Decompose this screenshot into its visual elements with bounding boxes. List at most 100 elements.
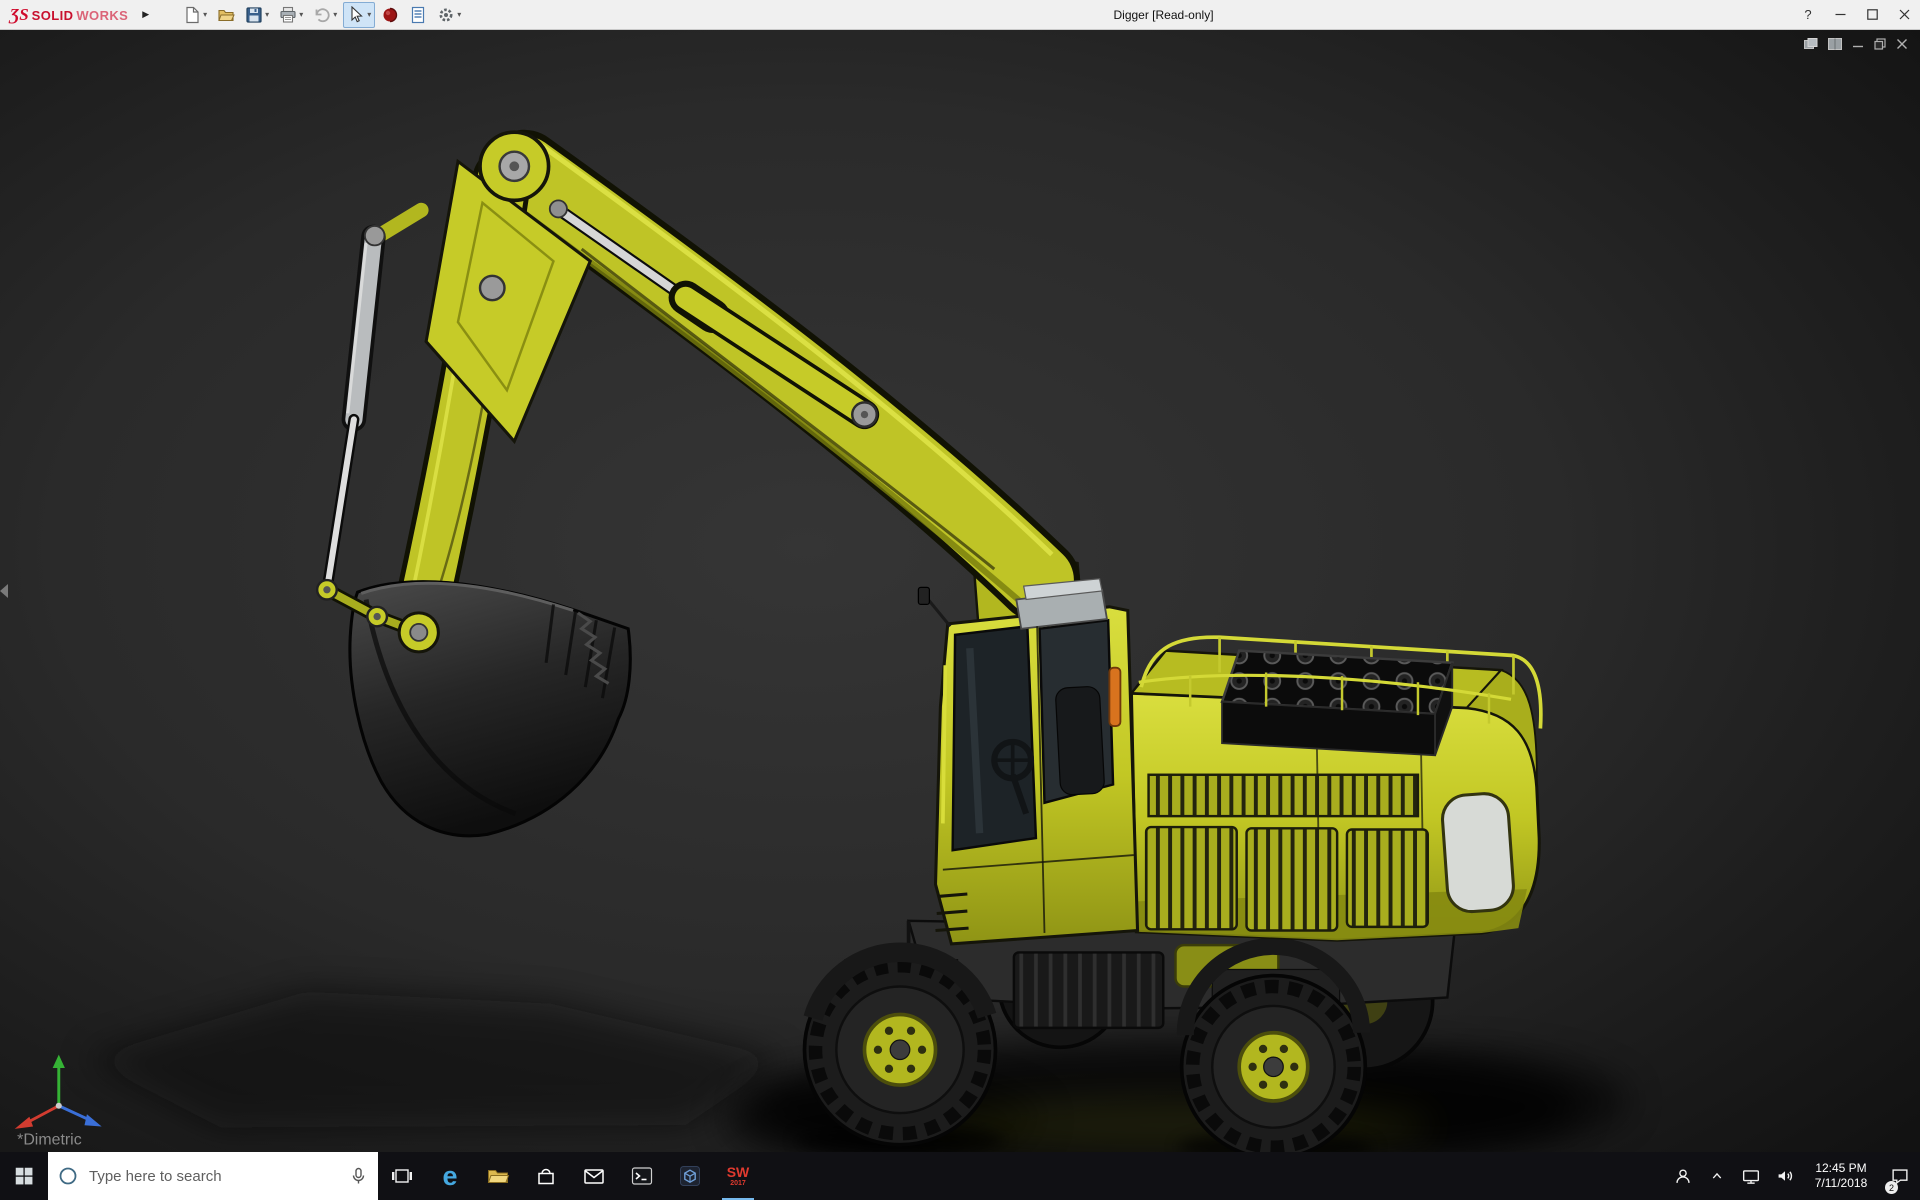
dropdown-caret[interactable]: ▾ [367, 11, 371, 19]
ds-logo-mark: ƷS [10, 6, 29, 23]
options-gear-icon [437, 6, 455, 24]
print-button[interactable]: ▾ [275, 2, 307, 28]
title-bar: ƷS SOLIDWORKS ▶ ▾ ▾ ▾ ▾ [0, 0, 1920, 30]
network-icon [1740, 1165, 1762, 1187]
start-icon [13, 1165, 35, 1187]
edge-button[interactable]: e [426, 1152, 474, 1200]
taskbar-search-box[interactable] [48, 1152, 378, 1200]
window-controls: ? [1792, 0, 1920, 30]
notification-badge: 2 [1885, 1181, 1898, 1194]
file-properties-icon [409, 6, 427, 24]
new-document-button[interactable]: ▾ [179, 2, 211, 28]
rear-wheel [1182, 976, 1366, 1152]
operator-seat [1055, 686, 1105, 795]
document-title: Digger [Read-only] [1113, 8, 1213, 22]
save-icon [245, 6, 263, 24]
restore-document-button[interactable] [1874, 38, 1886, 50]
volume-icon [1774, 1165, 1796, 1187]
options-button[interactable]: ▾ [433, 2, 465, 28]
system-tray: 12:45 PM 7/11/2018 2 [1666, 1152, 1920, 1200]
cortana-circle-icon [58, 1166, 78, 1186]
store-button[interactable] [522, 1152, 570, 1200]
windows-taskbar: e SW 2017 [0, 1152, 1920, 1200]
open-folder-icon [217, 6, 235, 24]
store-icon [534, 1164, 558, 1188]
quick-access-toolbar: ▾ ▾ ▾ ▾ ▾ [179, 2, 465, 28]
console-icon [630, 1164, 654, 1188]
task-view-icon [390, 1164, 414, 1188]
tile-windows-button[interactable] [1828, 38, 1842, 50]
maximize-icon [1867, 9, 1878, 20]
dropdown-caret[interactable]: ▾ [203, 11, 207, 19]
solidworks-window: ƷS SOLIDWORKS ▶ ▾ ▾ ▾ ▾ [0, 0, 1920, 1200]
volume-button[interactable] [1768, 1152, 1802, 1200]
tile-windows-icon [1828, 38, 1842, 50]
feature-panel-collapse-arrow[interactable] [0, 584, 8, 598]
save-button[interactable]: ▾ [241, 2, 273, 28]
people-icon [1672, 1164, 1694, 1188]
file-explorer-icon [486, 1164, 510, 1188]
mirror [918, 587, 929, 604]
search-input[interactable] [87, 1167, 340, 1186]
brand-solid: SOLID [32, 8, 74, 23]
print-icon [279, 6, 297, 24]
close-button[interactable] [1888, 0, 1920, 30]
console-button[interactable] [618, 1152, 666, 1200]
start-button[interactable] [0, 1152, 48, 1200]
close-doc-icon [1896, 38, 1908, 50]
menu-flyout-arrow[interactable]: ▶ [138, 7, 153, 22]
dropdown-caret[interactable]: ▾ [299, 11, 303, 19]
edge-icon: e [442, 1163, 457, 1190]
solidworks-app-icon: SW 2017 [727, 1165, 750, 1187]
solidworks-app-button[interactable]: SW 2017 [714, 1152, 762, 1200]
dropdown-caret[interactable]: ▾ [457, 11, 461, 19]
network-button[interactable] [1734, 1152, 1768, 1200]
cube-app-button[interactable] [666, 1152, 714, 1200]
minimize-document-button[interactable] [1852, 38, 1864, 50]
minimize-button[interactable] [1824, 0, 1856, 30]
chevron-up-icon [1707, 1166, 1727, 1186]
clock-time: 12:45 PM [1815, 1161, 1866, 1176]
select-cursor-icon [347, 6, 365, 24]
orange-marker [1109, 668, 1120, 726]
restore-doc-icon [1874, 38, 1886, 50]
task-view-button[interactable] [378, 1152, 426, 1200]
undo-button[interactable]: ▾ [309, 2, 341, 28]
brand-works: WORKS [76, 8, 128, 23]
mail-icon [582, 1164, 606, 1188]
windshield [953, 626, 1036, 850]
dropdown-caret[interactable]: ▾ [333, 11, 337, 19]
document-window-controls [1804, 38, 1908, 50]
rear-side-window [1441, 792, 1515, 913]
cascade-windows-icon [1804, 38, 1818, 50]
cube-app-icon [678, 1164, 702, 1188]
maximize-button[interactable] [1856, 0, 1888, 30]
clock-date: 7/11/2018 [1815, 1176, 1868, 1191]
close-icon [1899, 9, 1910, 20]
help-button[interactable]: ? [1792, 0, 1824, 30]
viewport-canvas-3d[interactable]: *Dimetric [0, 30, 1920, 1152]
file-explorer-button[interactable] [474, 1152, 522, 1200]
file-properties-button[interactable] [405, 2, 431, 28]
undo-icon [313, 6, 331, 24]
open-button[interactable] [213, 2, 239, 28]
cab [918, 579, 1137, 944]
show-hidden-icons-button[interactable] [1700, 1152, 1734, 1200]
close-document-button[interactable] [1896, 38, 1908, 50]
dropdown-caret[interactable]: ▾ [265, 11, 269, 19]
taskbar-clock[interactable]: 12:45 PM 7/11/2018 [1802, 1152, 1880, 1200]
rebuild-icon [381, 6, 399, 24]
rebuild-button[interactable] [377, 2, 403, 28]
mail-button[interactable] [570, 1152, 618, 1200]
people-button[interactable] [1666, 1152, 1700, 1200]
action-center-button[interactable]: 2 [1880, 1152, 1920, 1200]
side-grilles [1146, 775, 1428, 931]
minimize-icon [1835, 9, 1846, 20]
solidworks-logo: ƷS SOLIDWORKS [10, 6, 128, 23]
microphone-icon[interactable] [349, 1167, 368, 1185]
select-tool-button[interactable]: ▾ [343, 2, 375, 28]
minimize-doc-icon [1852, 38, 1864, 50]
new-document-icon [183, 6, 201, 24]
new-window-button[interactable] [1804, 38, 1818, 50]
graphics-viewport[interactable]: *Dimetric [0, 30, 1920, 1152]
